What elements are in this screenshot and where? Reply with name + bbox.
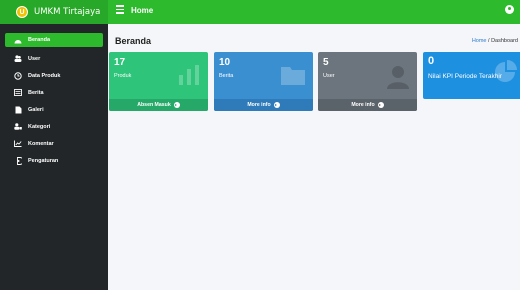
card-footer-label: Absen Masuk [137,102,171,108]
stat-value: 5 [323,57,329,68]
sidebar-item-beranda[interactable]: Beranda [5,33,103,47]
brand-logo-glyph: U [19,8,25,16]
brand-link[interactable]: U UMKM Tirtajaya [0,0,108,24]
stat-label: Berita [219,73,234,79]
sidebar-item-label: Pengaturan [28,157,59,164]
stat-card-kpi: 0 Nilai KPI Periode Terakhir [423,52,520,99]
sidebar-item-pengaturan[interactable]: Pengaturan [5,152,103,169]
sidebar-item-kategori[interactable]: Kategori [5,118,103,135]
clock-icon [14,71,22,80]
stat-value: 0 [428,55,435,67]
chart-line-icon [14,140,22,148]
breadcrumb: Home / Dashboard [472,38,518,44]
topbar-home-link[interactable]: Home [131,6,153,15]
main-content: Beranda Home / Dashboard 17 Produk Absen… [108,24,520,290]
top-navbar: U UMKM Tirtajaya Home [0,0,520,24]
file-image-icon [14,106,22,114]
sidebar-item-label: User [28,55,41,62]
users-icon [14,55,22,63]
brand-logo: U [16,6,28,18]
sidebar-item-label: Komentar [28,140,54,147]
settings-icon [14,156,22,165]
user-account-icon[interactable] [505,5,514,14]
sidebar-item-komentar[interactable]: Komentar [5,135,103,152]
sidebar-item-label: Data Produk [28,72,61,79]
breadcrumb-current: Dashboard [491,38,518,44]
card-footer-label: More info [247,102,271,108]
stat-card-berita: 10 Berita More info [214,52,313,111]
page-title: Beranda [115,36,152,46]
card-footer-label: More info [351,102,375,108]
sidebar-item-user[interactable]: User [5,50,103,67]
dashboard-icon [14,36,22,44]
sidebar-item-galeri[interactable]: Galeri [5,101,103,118]
stat-label: User [323,73,335,79]
newspaper-icon [14,89,22,97]
stat-value: 10 [219,57,231,68]
arrow-circle-right-icon [377,102,384,108]
arrow-circle-right-icon [273,102,280,108]
card-footer-link[interactable]: Absen Masuk [109,99,208,111]
brand-name: UMKM Tirtajaya [34,7,101,17]
bar-chart-icon [178,65,200,90]
card-footer-link[interactable]: More info [318,99,417,111]
user-tag-icon [14,123,22,131]
stat-value: 17 [114,57,126,68]
sidebar: Beranda User Data Produk Berita Galeri K… [0,24,108,290]
arrow-circle-right-icon [173,102,180,108]
sidebar-item-data-produk[interactable]: Data Produk [5,67,103,84]
pie-chart-icon [494,60,518,89]
stat-card-user: 5 User More info [318,52,417,111]
stat-label: Nilai KPI Periode Terakhir [428,73,502,80]
sidebar-item-label: Beranda [28,37,51,43]
sidebar-item-label: Berita [28,89,44,96]
folder-icon [281,65,305,90]
sidebar-item-berita[interactable]: Berita [5,84,103,101]
card-footer-link[interactable]: More info [214,99,313,111]
hamburger-menu-icon[interactable] [116,5,124,14]
stat-label: Produk [114,73,132,79]
breadcrumb-home-link[interactable]: Home [472,38,487,44]
sidebar-item-label: Galeri [28,106,44,113]
sidebar-item-label: Kategori [28,123,51,130]
user-icon [387,65,409,94]
stat-card-produk: 17 Produk Absen Masuk [109,52,208,111]
